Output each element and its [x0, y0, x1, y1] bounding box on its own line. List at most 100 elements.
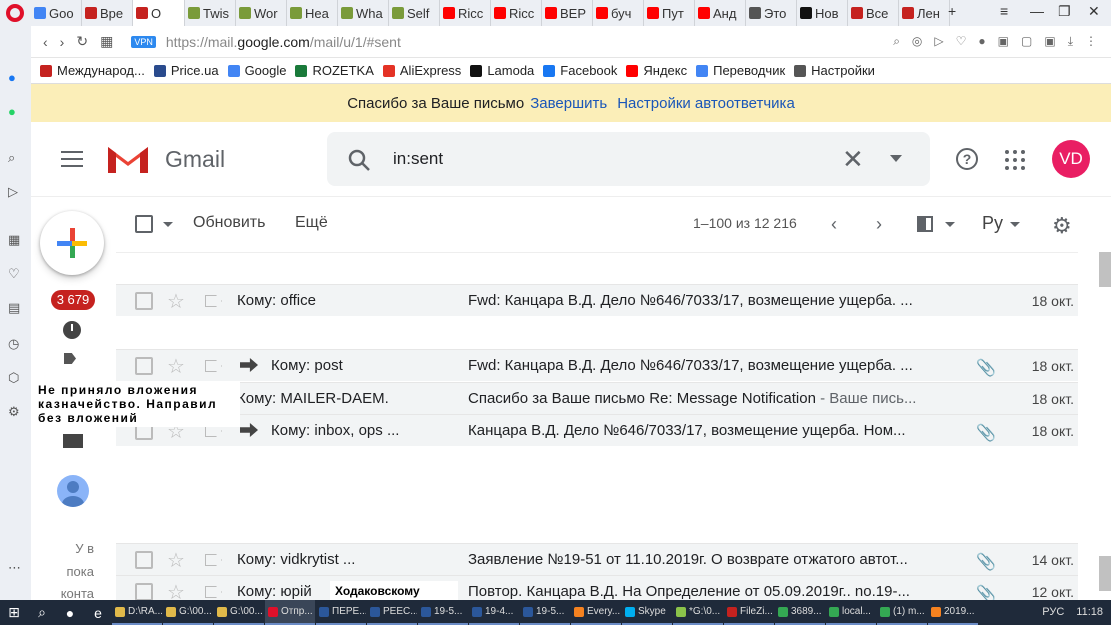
compose-button[interactable] — [40, 211, 104, 275]
bookmark-heart-icon[interactable]: ♡ — [956, 34, 967, 49]
taskbar-app[interactable]: ПЕРЕ... — [316, 600, 366, 625]
browser-tab[interactable]: Self — [389, 0, 440, 26]
news-icon[interactable]: ▤ — [8, 300, 20, 316]
main-menu-icon[interactable] — [61, 151, 83, 167]
extension-icon[interactable]: ▣ — [1044, 34, 1055, 49]
menu-icon[interactable]: ⋮ — [1085, 34, 1097, 49]
search-input[interactable]: in:sent — [393, 149, 443, 169]
forward-icon[interactable]: › — [60, 34, 65, 50]
mail-search-box[interactable]: in:sent ✕ — [327, 132, 930, 186]
tabs-grid-icon[interactable]: ▦ — [100, 33, 113, 50]
taskbar-app[interactable]: Every... — [571, 600, 621, 625]
input-tools-dropdown-icon[interactable] — [1010, 222, 1020, 227]
tray-lang[interactable]: РУС — [1042, 606, 1064, 618]
browser-tab[interactable]: O — [133, 0, 185, 26]
bookmark-item[interactable]: Facebook — [543, 63, 617, 78]
vpn-badge[interactable]: VPN — [131, 35, 156, 48]
taskbar-app[interactable]: 19-5... — [418, 600, 468, 625]
bookmark-item[interactable]: Настройки — [794, 63, 875, 78]
browser-tab[interactable]: Ricc — [491, 0, 542, 26]
settings-gear-icon[interactable]: ⚙ — [1052, 213, 1072, 239]
importance-marker-icon[interactable] — [205, 586, 222, 598]
row-checkbox[interactable] — [135, 292, 153, 310]
browser-tab[interactable]: Лен — [899, 0, 950, 26]
mail-row[interactable]: ☆ Кому: post Fwd: Канцара В.Д. Дело №646/7… — [116, 349, 1078, 381]
maximize-icon[interactable]: ❐ — [1058, 3, 1071, 20]
browser-tab[interactable]: ВЕР — [542, 0, 593, 26]
bookmark-item[interactable]: Lamoda — [470, 63, 534, 78]
tray-clock[interactable]: 11:18 — [1076, 606, 1103, 618]
url-field[interactable]: https://mail.google.com/mail/u/1/#sent — [166, 34, 401, 50]
browser-tab[interactable]: Hea — [287, 0, 338, 26]
taskbar-app[interactable]: *G:\0... — [673, 600, 723, 625]
browser-tab[interactable]: Wha — [338, 0, 389, 26]
browser-tab[interactable]: Вре — [82, 0, 133, 26]
send-page-icon[interactable]: ▷ — [934, 34, 943, 49]
reload-icon[interactable]: ↻ — [76, 33, 88, 50]
bookmark-item[interactable]: Переводчик — [696, 63, 785, 78]
taskbar-app[interactable]: 3689... — [775, 600, 825, 625]
taskbar-app[interactable]: G:\00... — [163, 600, 213, 625]
new-tab-icon[interactable]: + — [948, 3, 956, 19]
scrollbar-thumb[interactable] — [1099, 556, 1111, 591]
input-tools-button[interactable]: Ру — [982, 213, 1003, 234]
prev-page-icon[interactable]: ‹ — [831, 214, 837, 235]
select-dropdown-icon[interactable] — [163, 222, 173, 227]
more-icon[interactable]: ⋯ — [8, 560, 21, 576]
windows-start-icon[interactable]: ⊞ — [0, 600, 28, 625]
google-apps-icon[interactable] — [1005, 150, 1025, 170]
taskbar-app[interactable]: 19-4... — [469, 600, 519, 625]
extension-icon[interactable]: ● — [978, 34, 985, 49]
browser-tab[interactable]: Это — [746, 0, 797, 26]
split-pane-icon[interactable] — [917, 216, 933, 232]
search-options-icon[interactable] — [890, 155, 902, 162]
search-icon[interactable]: ⌕ — [8, 150, 15, 166]
bookmark-item[interactable]: Google — [227, 63, 286, 78]
split-pane-dropdown-icon[interactable] — [945, 222, 955, 227]
contact-avatar[interactable] — [57, 475, 89, 507]
taskbar-app[interactable]: Отпр... — [265, 600, 315, 625]
search-icon[interactable] — [347, 148, 371, 172]
gmail-logo-icon[interactable] — [106, 143, 150, 175]
whatsapp-icon[interactable]: ● — [8, 104, 16, 119]
finish-link[interactable]: Завершить — [530, 95, 607, 112]
scrollbar-thumb[interactable] — [1099, 252, 1111, 287]
taskbar-app[interactable]: 19-5... — [520, 600, 570, 625]
bookmark-item[interactable]: ROZETKA — [295, 63, 374, 78]
help-icon[interactable]: ? — [956, 148, 978, 170]
refresh-button[interactable]: Обновить — [193, 214, 265, 232]
autoresponder-settings-link[interactable]: Настройки автоответчика — [617, 95, 795, 112]
importance-marker-icon[interactable] — [205, 360, 222, 372]
star-icon[interactable]: ☆ — [167, 354, 185, 379]
extensions-icon[interactable]: ⬡ — [8, 370, 19, 386]
inbox-unread-badge[interactable]: 3 679 — [51, 290, 95, 310]
close-window-icon[interactable]: ✕ — [1088, 3, 1100, 20]
edge-icon[interactable]: e — [84, 600, 112, 625]
snoozed-icon[interactable] — [63, 321, 81, 339]
taskbar-app[interactable]: РЕЕС... — [367, 600, 417, 625]
download-icon[interactable]: ⤓ — [1068, 34, 1073, 49]
speed-dial-icon[interactable]: ▦ — [8, 232, 20, 248]
more-button[interactable]: Ещё — [295, 214, 328, 232]
browser-tab[interactable]: Twis — [185, 0, 236, 26]
mail-row[interactable]: ☆ Кому: inbox, ops ... Канцара В.Д. Дело №… — [116, 414, 1078, 446]
row-checkbox[interactable] — [135, 583, 153, 601]
mail-row[interactable]: ☆Кому: MAILER-DAEM.Спасибо за Ваше письм… — [116, 382, 1078, 414]
bookmark-item[interactable]: Price.ua — [153, 63, 219, 78]
bookmark-item[interactable]: Международ... — [40, 63, 145, 78]
taskbar-app[interactable]: D:\RA... — [112, 600, 162, 625]
bookmark-item[interactable]: Яндекс — [626, 63, 687, 78]
taskbar-app[interactable]: FileZi... — [724, 600, 774, 625]
browser-tab[interactable]: Анд — [695, 0, 746, 26]
send-icon[interactable]: ▷ — [8, 184, 18, 200]
heart-icon[interactable]: ♡ — [8, 266, 20, 282]
browser-tab[interactable]: Все — [848, 0, 899, 26]
taskbar-app[interactable]: local... — [826, 600, 876, 625]
taskbar-app[interactable]: (1) m... — [877, 600, 927, 625]
clear-search-icon[interactable]: ✕ — [842, 144, 864, 175]
bookmark-item[interactable]: AliExpress — [382, 63, 461, 78]
camera-icon[interactable]: ◎ — [912, 34, 922, 49]
mail-row[interactable]: ☆ Кому: office Fwd: Канцара В.Д. Дело №646… — [116, 284, 1078, 316]
minimize-icon[interactable]: — — [1030, 3, 1044, 19]
search-icon[interactable]: ⌕ — [28, 600, 56, 625]
